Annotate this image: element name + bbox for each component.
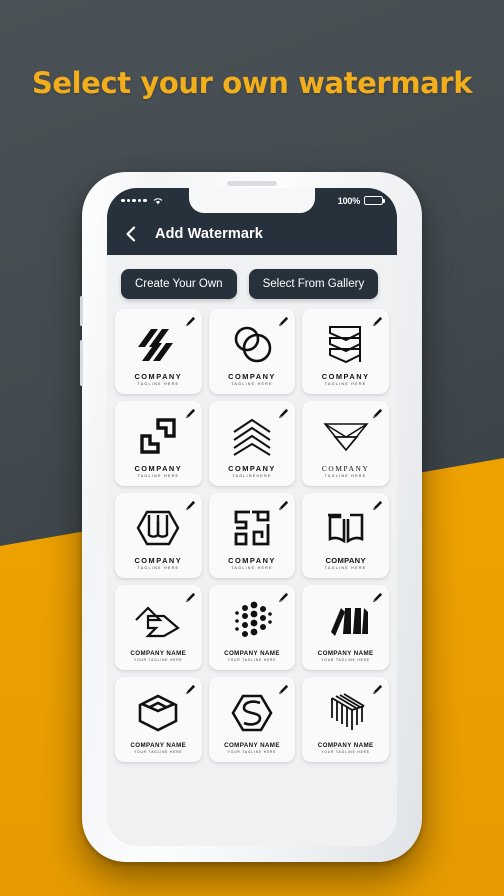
battery-icon [364,195,385,206]
watermark-company-name: COMPANY NAME [224,742,280,750]
watermark-card[interactable]: COMPANY TAGLINE HERE [302,493,389,578]
pencil-icon[interactable] [278,590,289,603]
phone-notch [189,188,315,213]
watermark-card-text: COMPANY TAGLINE HERE [307,373,384,389]
watermark-card-text: COMPANY TAGLINE HERE [307,465,384,481]
watermark-company-name: COMPANY [134,372,183,382]
pencil-icon[interactable] [185,590,196,603]
watermark-card[interactable]: COMPANY TAGLINE HERE [302,401,389,486]
watermark-company-name: COMPANY NAME [130,742,187,750]
watermark-card-text: COMPANY TAGLINE HERE [120,557,197,573]
watermark-tagline: TAGLINE HERE [324,474,367,479]
watermark-card-text: COMPANY NAME YOUR TAGLINE HERE [214,742,291,757]
watermark-card[interactable]: COMPANY TAGLINE HERE [115,309,202,394]
watermark-company-name: COMPANY [228,372,276,382]
page-title: Select your own watermark [31,66,473,100]
pencil-icon[interactable] [372,314,383,327]
watermark-company-name: COMPANY [325,556,366,566]
watermark-card[interactable]: COMPANY NAME YOUR TAGLINE HERE [208,585,296,670]
watermark-card[interactable]: COMPANY NAME YOUR TAGLINE HERE [302,585,389,670]
back-button[interactable] [121,224,141,244]
watermark-tagline: YOUR TAGLINE HERE [134,750,183,755]
watermark-card-text: COMPANY NAME YOUR TAGLINE HERE [120,650,197,665]
watermark-card[interactable]: COMPANY TAGLINE HERE [208,309,296,394]
phone-screen: 100% Add Watermark Create Your Own Selec… [107,188,397,846]
battery-percent-label: 100% [337,195,360,206]
watermark-card-text: COMPANY TAGLINE HERE [120,373,197,389]
watermark-card-text: COMPANY TAGLINE HERE [214,373,291,389]
pencil-icon[interactable] [185,406,196,419]
watermark-card[interactable]: COMPANY TAGLINE HERE [115,401,202,486]
watermark-tagline: TAGLINE HERE [324,382,367,387]
pencil-icon[interactable] [278,314,289,327]
watermark-company-name: COMPANY [134,556,183,566]
pencil-icon[interactable] [278,406,289,419]
watermark-tagline: TAGLINE HERE [137,474,180,479]
watermark-gallery-grid: COMPANY TAGLINE HERE COMPANY TAGLINE HERE … [107,309,397,770]
promo-screenshot: Select your own watermark 100% Add Water… [0,0,504,896]
watermark-company-name: COMPANY NAME [130,650,187,658]
pencil-icon[interactable] [372,682,383,695]
phone-earpiece-speaker [227,181,277,186]
tab-create-your-own[interactable]: Create Your Own [121,269,237,299]
watermark-card-text: COMPANY NAME YOUR TAGLINE HERE [307,650,384,665]
wifi-icon [153,197,163,205]
tab-select-from-gallery[interactable]: Select From Gallery [248,269,379,299]
tab-bar: Create Your Own Select From Gallery [107,255,397,309]
watermark-card[interactable]: COMPANY NAME YOUR TAGLINE HERE [115,677,202,762]
watermark-tagline: YOUR TAGLINE HERE [134,658,183,663]
watermark-card-text: COMPANY TAGLINE HERE [214,557,291,573]
phone-power-button [80,340,83,386]
watermark-tagline: TAGLINE HERE [137,382,180,387]
watermark-card-text: COMPANY NAME YOUR TAGLINE HERE [307,742,384,757]
watermark-tagline: YOUR TAGLINE HERE [321,750,370,755]
watermark-tagline: TAGLINE HERE [231,382,273,387]
pencil-icon[interactable] [185,314,196,327]
pencil-icon[interactable] [372,590,383,603]
pencil-icon[interactable] [185,498,196,511]
watermark-card-text: COMPANY NAME YOUR TAGLINE HERE [120,742,197,757]
watermark-company-name: COMPANY NAME [224,650,280,658]
watermark-card-text: COMPANY TAGLINE HERE [120,465,197,481]
pencil-icon[interactable] [278,682,289,695]
status-bar: 100% [107,188,397,213]
watermark-tagline: YOUR TAGLINE HERE [321,658,370,663]
watermark-company-name: COMPANY NAME [317,650,374,658]
watermark-company-name: COMPANY [134,464,183,474]
watermark-card[interactable]: COMPANY NAME YOUR TAGLINE HERE [115,585,202,670]
watermark-card[interactable]: COMPANY NAME YOUR TAGLINE HERE [208,677,296,762]
watermark-tagline: YOUR TAGLINE HERE [227,750,277,755]
pencil-icon[interactable] [185,682,196,695]
signal-dots-icon [121,198,147,203]
watermark-card[interactable]: COMPANY TAGLINEHERE [208,401,296,486]
watermark-card[interactable]: COMPANY TAGLINE HERE [115,493,202,578]
watermark-company-name: COMPANY [321,464,370,474]
watermark-tagline: TAGLINE HERE [324,566,367,571]
pencil-icon[interactable] [372,498,383,511]
watermark-tagline: YOUR TAGLINE HERE [227,658,277,663]
status-bar-right: 100% [337,195,385,206]
watermark-tagline: TAGLINEHERE [232,474,272,479]
watermark-card-text: COMPANY TAGLINEHERE [214,465,291,481]
watermark-card[interactable]: COMPANY TAGLINE HERE [208,493,296,578]
app-header: Add Watermark [107,213,397,255]
watermark-company-name: COMPANY [228,556,276,566]
watermark-card[interactable]: COMPANY TAGLINE HERE [302,309,389,394]
watermark-card[interactable]: COMPANY NAME YOUR TAGLINE HERE [302,677,389,762]
phone-volume-button [80,296,83,326]
phone-mockup: 100% Add Watermark Create Your Own Selec… [80,172,422,862]
watermark-company-name: COMPANY NAME [317,742,374,750]
watermark-company-name: COMPANY [321,372,370,382]
watermark-tagline: TAGLINE HERE [231,566,273,571]
page-heading: Add Watermark [155,226,263,242]
watermark-card-text: COMPANY NAME YOUR TAGLINE HERE [214,650,291,665]
pencil-icon[interactable] [278,498,289,511]
watermark-company-name: COMPANY [228,464,276,474]
watermark-card-text: COMPANY TAGLINE HERE [307,556,384,573]
pencil-icon[interactable] [372,406,383,419]
watermark-tagline: TAGLINE HERE [137,566,180,571]
